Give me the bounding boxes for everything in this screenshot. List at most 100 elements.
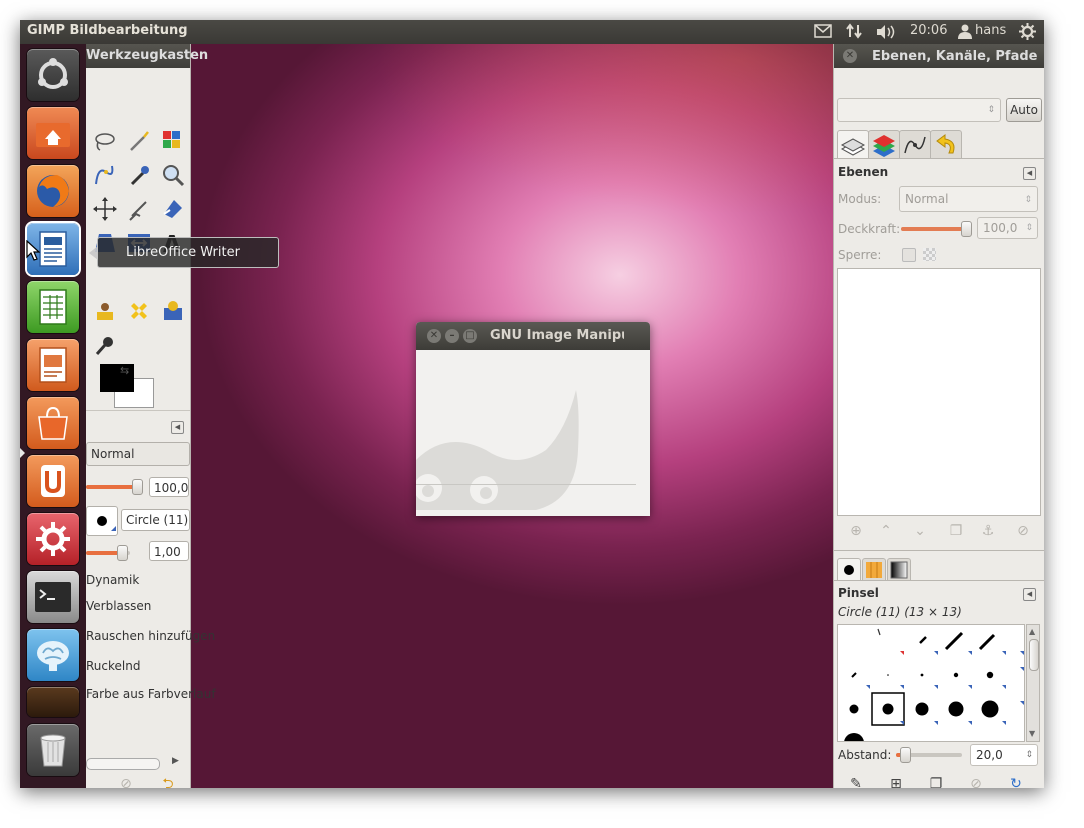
undo-history-tab-icon[interactable]: [930, 130, 962, 159]
channels-tab-icon[interactable]: [868, 130, 900, 159]
power-gear-icon[interactable]: [1019, 23, 1036, 44]
configure-tab-icon[interactable]: ◀: [1023, 588, 1036, 601]
spacing-label: Abstand:: [838, 748, 892, 762]
lock-alpha-icon[interactable]: [923, 248, 936, 261]
horizontal-scrollbar[interactable]: [86, 758, 160, 770]
lower-layer-icon[interactable]: ⌄: [910, 521, 930, 541]
libreoffice-calc-icon[interactable]: [27, 281, 79, 333]
opacity-slider[interactable]: [86, 479, 143, 495]
mode-combo[interactable]: Normal: [86, 442, 190, 466]
fuzzy-select-tool-icon[interactable]: [126, 128, 152, 154]
splash-title-bar[interactable]: ✕ – □ GNU Image Manipulation Program: [416, 322, 650, 350]
duplicate-layer-icon[interactable]: ❐: [946, 521, 966, 541]
lock-label: Sperre:: [838, 248, 882, 262]
close-icon[interactable]: ✕: [427, 329, 441, 343]
configure-tab-icon[interactable]: ◀: [1023, 167, 1036, 180]
layers-header: Ebenen: [838, 165, 889, 179]
layer-mode-combo[interactable]: Normal ⇕: [899, 186, 1038, 212]
opacity-label: Deckkraft:: [838, 222, 901, 236]
crop-tool-icon[interactable]: [126, 196, 152, 222]
mode-label: Modus:: [838, 192, 882, 206]
new-layer-icon[interactable]: ⊕: [846, 521, 866, 541]
option-incremental[interactable]: Ruckelnd: [86, 659, 140, 673]
transform-tool-icon[interactable]: [160, 196, 186, 222]
mail-icon[interactable]: [814, 24, 832, 42]
user-name[interactable]: hans: [975, 23, 1006, 38]
brush-preview[interactable]: [86, 506, 118, 536]
anchor-layer-icon[interactable]: ⚓: [978, 521, 998, 541]
scrollbar-thumb[interactable]: [1029, 639, 1039, 671]
dodge-burn-tool-icon[interactable]: [92, 332, 118, 358]
firefox-icon[interactable]: [27, 165, 79, 217]
divider: [834, 550, 1044, 551]
layers-tab-icon[interactable]: [837, 130, 869, 159]
option-jitter[interactable]: Rauschen hinzufügen: [86, 629, 215, 643]
ubuntu-one-icon[interactable]: [27, 455, 79, 507]
heal-tool-icon[interactable]: [126, 298, 152, 324]
layer-opacity-value[interactable]: 100,0 ⇕: [977, 217, 1038, 239]
brush-grid[interactable]: [837, 624, 1025, 742]
image-selector-combo[interactable]: ⇕: [837, 98, 1001, 122]
zoom-tool-icon[interactable]: [160, 162, 186, 188]
gimp-splash-window: ✕ – □ GNU Image Manipulation Program: [416, 322, 650, 516]
system-settings-icon[interactable]: [27, 513, 79, 565]
layers-list[interactable]: [837, 268, 1041, 516]
layer-opacity-slider[interactable]: [901, 221, 972, 237]
maximize-icon[interactable]: □: [463, 329, 477, 343]
libreoffice-impress-icon[interactable]: [27, 339, 79, 391]
desktop: GIMP Bildbearbeitung 20:06 hans Werkzeug…: [20, 20, 1044, 788]
select-by-color-tool-icon[interactable]: [160, 128, 186, 154]
restore-icon[interactable]: ⮌: [158, 774, 178, 788]
patterns-tab-icon[interactable]: [862, 558, 886, 581]
minimize-icon[interactable]: –: [445, 329, 459, 343]
configure-tab-icon[interactable]: ◀: [171, 421, 184, 434]
color-picker-tool-icon[interactable]: [126, 162, 152, 188]
gradients-tab-icon[interactable]: [887, 558, 911, 581]
brush-scrollbar[interactable]: ▲ ▼: [1026, 624, 1040, 742]
toolbox-title: Werkzeugkasten: [86, 48, 209, 63]
paths-tool-icon[interactable]: [92, 162, 118, 188]
move-tool-icon[interactable]: [92, 196, 118, 222]
spacing-slider[interactable]: [896, 747, 962, 763]
opacity-value[interactable]: 100,0: [149, 477, 189, 497]
refresh-brushes-icon[interactable]: ↻: [1006, 774, 1026, 788]
network-icon[interactable]: [846, 23, 862, 43]
divider: [86, 410, 190, 411]
workspace-switcher-icon[interactable]: [27, 687, 79, 717]
edit-brush-icon[interactable]: ✎: [846, 774, 866, 788]
brushes-tab-icon[interactable]: [837, 558, 861, 581]
volume-icon[interactable]: [875, 24, 897, 44]
ubuntu-dash-icon[interactable]: [27, 49, 79, 101]
brush-name-field[interactable]: Circle (11): [121, 509, 190, 531]
clock[interactable]: 20:06: [910, 23, 947, 38]
lasso-tool-icon[interactable]: [92, 128, 118, 154]
new-brush-icon[interactable]: ⊞: [886, 774, 906, 788]
duplicate-brush-icon[interactable]: ❐: [926, 774, 946, 788]
auto-button[interactable]: Auto: [1006, 98, 1042, 122]
home-folder-icon[interactable]: [27, 107, 79, 159]
raise-layer-icon[interactable]: ⌃: [876, 521, 896, 541]
scroll-right-icon[interactable]: ▶: [172, 756, 179, 766]
option-fade[interactable]: Verblassen: [86, 599, 151, 613]
toolbox-title-bar[interactable]: Werkzeugkasten: [86, 44, 208, 68]
size-slider[interactable]: [86, 545, 130, 561]
option-gradient-color[interactable]: Farbe aus Farbverlauf: [86, 687, 216, 701]
option-dynamics[interactable]: Dynamik: [86, 573, 139, 587]
swap-colors-icon[interactable]: ⇆: [120, 364, 129, 377]
spacing-value[interactable]: 20,0 ⇕: [970, 744, 1038, 766]
delete-brush-icon[interactable]: ⊘: [966, 774, 986, 788]
reset-icon[interactable]: ⊘: [116, 774, 136, 788]
size-value[interactable]: 1,00: [149, 541, 189, 561]
terminal-icon[interactable]: [27, 571, 79, 623]
smudge-tool-icon[interactable]: [160, 298, 186, 324]
trash-icon[interactable]: [27, 724, 79, 776]
brain-app-icon[interactable]: [27, 629, 79, 681]
delete-layer-icon[interactable]: ⊘: [1013, 521, 1033, 541]
software-center-icon[interactable]: [27, 397, 79, 449]
paths-tab-icon[interactable]: [899, 130, 931, 159]
lock-pixels-checkbox[interactable]: [902, 248, 916, 262]
clone-tool-icon[interactable]: [92, 298, 118, 324]
dock-title-bar[interactable]: ✕ Ebenen, Kanäle, Pfade: [834, 44, 1044, 68]
dock-close-icon[interactable]: ✕: [843, 49, 857, 63]
wilber-watermark-icon: [416, 390, 636, 510]
